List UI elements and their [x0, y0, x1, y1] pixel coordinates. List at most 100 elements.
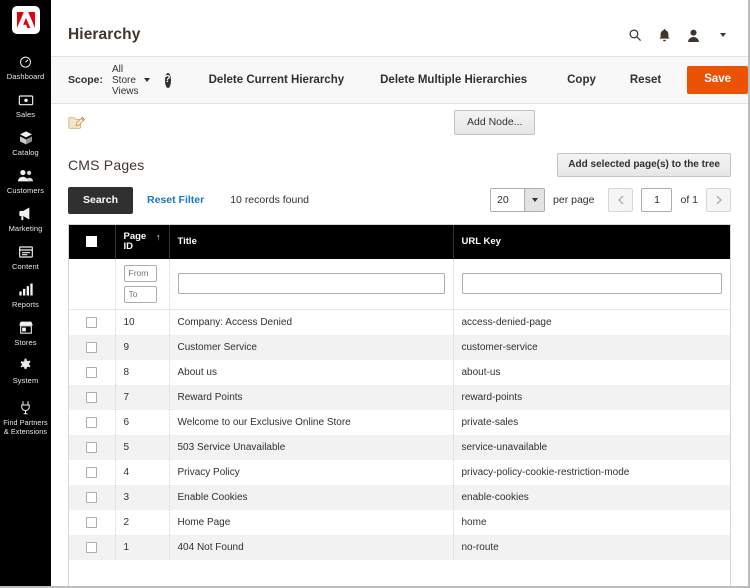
row-select-cell: [69, 509, 116, 535]
sidebar-item-marketing[interactable]: Marketing: [0, 200, 51, 238]
cell-page-id: 8: [115, 359, 170, 385]
cell-url-key: privacy-policy-cookie-restriction-mode: [453, 459, 730, 485]
pagination-controls: 20 per page of 1: [490, 188, 731, 213]
action-toolbar: Scope: All Store Views ? Delete Current …: [51, 56, 749, 104]
scope-value: All Store Views: [112, 63, 139, 97]
cell-url-key: customer-service: [453, 334, 730, 360]
notifications-bell-icon[interactable]: [658, 28, 671, 43]
scope-selector[interactable]: All Store Views: [112, 64, 150, 97]
column-header-title[interactable]: Title: [169, 224, 454, 259]
page-id-to-input[interactable]: [123, 285, 157, 303]
gear-icon: [18, 357, 33, 374]
table-row[interactable]: 2 Home Page home: [69, 509, 730, 535]
cell-page-id: 3: [115, 484, 170, 510]
cms-pages-table: Page ID ↑ Title URL Key From To 10 Compa…: [69, 224, 730, 560]
dashboard-icon: [18, 53, 33, 70]
column-header-select-all: [69, 224, 116, 259]
page-number-input[interactable]: [641, 188, 673, 213]
url-key-filter-input[interactable]: [461, 273, 722, 294]
folder-edit-icon[interactable]: [68, 116, 86, 130]
row-select-cell: [69, 534, 116, 560]
delete-multiple-hierarchies-button[interactable]: Delete Multiple Hierarchies: [380, 74, 527, 86]
sidebar-item-label-line1: Find Partners: [3, 418, 48, 427]
sort-ascending-icon: ↑: [156, 231, 161, 242]
admin-sidebar: Dashboard Sales Catalog Customers Market…: [0, 0, 51, 586]
cell-title: Company: Access Denied: [169, 309, 454, 335]
table-row[interactable]: 1 404 Not Found no-route: [69, 534, 730, 560]
sidebar-item-dashboard[interactable]: Dashboard: [0, 48, 51, 86]
row-select-cell: [69, 484, 116, 510]
sidebar-item-system[interactable]: System: [0, 352, 51, 390]
row-checkbox[interactable]: [86, 541, 98, 553]
help-icon[interactable]: ?: [164, 72, 171, 88]
next-page-button[interactable]: [706, 188, 731, 213]
row-checkbox[interactable]: [86, 416, 98, 428]
page-id-from-input[interactable]: [123, 264, 157, 282]
per-page-value: 20: [497, 194, 509, 207]
table-row[interactable]: 8 About us about-us: [69, 359, 730, 385]
delete-current-hierarchy-button[interactable]: Delete Current Hierarchy: [209, 74, 345, 86]
sidebar-item-content[interactable]: Content: [0, 238, 51, 276]
adobe-logo[interactable]: [11, 6, 40, 34]
select-all-checkbox[interactable]: [86, 236, 98, 247]
row-checkbox[interactable]: [86, 441, 98, 453]
catalog-icon: [18, 129, 34, 146]
user-account-icon[interactable]: [687, 28, 700, 43]
cell-title: Privacy Policy: [169, 459, 454, 485]
cell-url-key: reward-points: [453, 384, 730, 410]
add-selected-pages-button[interactable]: Add selected page(s) to the tree: [557, 153, 731, 177]
page-title: Hierarchy: [68, 26, 141, 43]
reset-button[interactable]: Reset: [630, 74, 661, 86]
row-checkbox[interactable]: [86, 366, 98, 378]
row-select-cell: [69, 309, 116, 335]
table-row[interactable]: 6 Welcome to our Exclusive Online Store pr…: [69, 409, 730, 435]
column-header-page-id-label: Page ID: [123, 230, 147, 252]
scope-label: Scope:: [68, 74, 104, 86]
filter-cell-title: [169, 258, 454, 310]
customers-icon: [17, 167, 34, 184]
table-row[interactable]: 10 Company: Access Denied access-denied-pa…: [69, 309, 730, 335]
search-button[interactable]: Search: [68, 187, 134, 214]
add-node-button[interactable]: Add Node...: [454, 110, 536, 135]
row-checkbox[interactable]: [86, 316, 98, 328]
sidebar-item-catalog[interactable]: Catalog: [0, 124, 51, 162]
previous-page-button[interactable]: [608, 188, 634, 213]
cell-page-id: 9: [115, 334, 170, 360]
row-checkbox[interactable]: [86, 491, 98, 503]
table-row[interactable]: 9 Customer Service customer-service: [69, 334, 730, 360]
table-row[interactable]: 3 Enable Cookies enable-cookies: [69, 484, 730, 510]
title-filter-input[interactable]: [177, 273, 445, 294]
row-checkbox[interactable]: [86, 466, 98, 478]
cell-title: Home Page: [169, 509, 454, 535]
row-checkbox[interactable]: [86, 341, 98, 353]
table-body: 10 Company: Access Denied access-denied-pa…: [69, 309, 730, 560]
table-row[interactable]: 5 503 Service Unavailable service-unavaila…: [69, 434, 730, 460]
copy-button[interactable]: Copy: [567, 74, 596, 86]
per-page-select[interactable]: 20: [490, 188, 546, 213]
search-icon[interactable]: [628, 28, 642, 42]
row-checkbox[interactable]: [86, 516, 98, 528]
cell-title: Reward Points: [169, 384, 454, 410]
cell-title: About us: [169, 359, 454, 385]
column-header-url-key[interactable]: URL Key: [453, 224, 730, 259]
sidebar-item-stores[interactable]: Stores: [0, 314, 51, 352]
sidebar-item-customers[interactable]: Customers: [0, 162, 51, 200]
row-select-cell: [69, 409, 116, 435]
partners-icon: [18, 399, 33, 416]
column-header-page-id[interactable]: Page ID ↑: [115, 224, 170, 259]
hierarchy-tree-area: Add Node...: [51, 104, 748, 142]
table-row[interactable]: 4 Privacy Policy privacy-policy-cookie-res…: [69, 459, 730, 485]
save-button[interactable]: Save: [687, 66, 749, 94]
row-checkbox[interactable]: [86, 391, 98, 403]
cell-url-key: enable-cookies: [453, 484, 730, 510]
reset-filter-link[interactable]: Reset Filter: [147, 194, 204, 206]
sidebar-item-label: Sales: [15, 110, 36, 119]
marketing-icon: [18, 205, 34, 222]
sidebar-item-label: Catalog: [12, 148, 39, 157]
cell-title: Enable Cookies: [169, 484, 454, 510]
sidebar-item-reports[interactable]: Reports: [0, 276, 51, 314]
table-row[interactable]: 7 Reward Points reward-points: [69, 384, 730, 410]
sidebar-item-find-partners-extensions[interactable]: Find Partners & Extensions: [0, 394, 51, 441]
sidebar-item-sales[interactable]: Sales: [0, 86, 51, 124]
chevron-down-icon[interactable]: [720, 33, 726, 37]
